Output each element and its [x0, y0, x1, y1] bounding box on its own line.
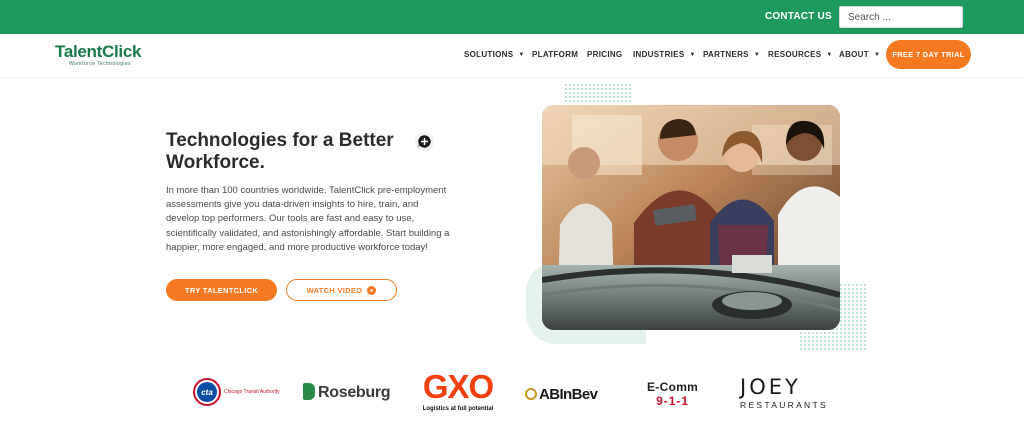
joey-subtitle: RESTAURANTS	[740, 400, 828, 410]
try-talentclick-button[interactable]: TRY TALENTCLICK	[166, 279, 277, 301]
chevron-down-icon: ▼	[826, 52, 833, 58]
logo-name: TalentClick	[55, 42, 142, 61]
chevron-down-icon: ▼	[873, 52, 881, 58]
chevron-down-icon: ▼	[689, 52, 696, 58]
nav-item-partners[interactable]: PARTNERS ▼	[703, 50, 760, 59]
talentclick-logo[interactable]: TalentClick Workforce Technologies	[55, 42, 142, 68]
joey-logo: JOEY RESTAURANTS	[740, 376, 828, 410]
nav-item-label: RESOURCES	[768, 50, 822, 59]
abinbev-mark	[525, 388, 537, 400]
chevron-down-icon: ▼	[518, 52, 525, 58]
search-input[interactable]	[839, 6, 963, 28]
ecomm-number: 9-1-1	[656, 394, 690, 408]
roseburg-mark	[303, 383, 315, 400]
free-trial-button[interactable]: FREE 7 DAY TRIAL	[886, 40, 971, 69]
cta-mark: cta	[197, 382, 217, 402]
client-logos: cta Chicago Transit Authority Roseburg G…	[0, 370, 1024, 420]
chevron-down-icon: ▼	[753, 52, 761, 58]
watch-video-label: WATCH VIDEO	[306, 285, 363, 295]
nav-item-platform[interactable]: PLATFORM	[532, 50, 578, 59]
nav-item-about[interactable]: ABOUT ▼	[839, 50, 880, 59]
nav-item-label: PRICING	[587, 50, 623, 59]
nav-item-industries[interactable]: INDUSTRIES ▼	[633, 50, 696, 59]
chat-bubble-icon	[414, 131, 435, 152]
logo-tagline: Workforce Technologies	[69, 61, 131, 67]
contact-us-link[interactable]: CONTACT US	[765, 11, 832, 22]
abinbev-name: ABInBev	[539, 386, 598, 403]
cta-name: Chicago Transit Authority	[224, 389, 280, 395]
watch-video-button[interactable]: WATCH VIDEO	[286, 279, 397, 301]
gxo-tagline: Logistics at full potential	[422, 406, 494, 412]
nav-item-label: PLATFORM	[532, 50, 579, 59]
roseburg-logo: Roseburg	[303, 383, 391, 402]
main-navigation: TalentClick Workforce Technologies SOLUT…	[0, 34, 1024, 78]
nav-item-solutions[interactable]: SOLUTIONS ▼	[464, 50, 525, 59]
nav-item-resources[interactable]: RESOURCES ▼	[768, 50, 833, 59]
cta-emblem: cta	[193, 378, 221, 406]
gxo-name: GXO	[422, 368, 494, 405]
roseburg-name: Roseburg	[318, 384, 391, 401]
abinbev-logo: ABInBev	[525, 386, 598, 403]
nav-item-label: INDUSTRIES	[633, 50, 685, 59]
team-photo-illustration	[542, 105, 840, 330]
ecomm-logo: E-Comm 9-1-1	[647, 380, 698, 408]
play-icon	[367, 285, 377, 295]
top-bar: CONTACT US	[0, 0, 1024, 34]
gxo-logo: GXO Logistics at full potential	[413, 368, 503, 413]
ecomm-name: E-Comm	[647, 380, 699, 394]
nav-item-pricing[interactable]: PRICING	[587, 50, 622, 59]
nav-item-label: PARTNERS	[703, 50, 749, 59]
nav-item-label: ABOUT	[839, 50, 869, 59]
decorative-dots	[565, 84, 631, 104]
nav-item-label: SOLUTIONS	[464, 50, 514, 59]
joey-name: JOEY	[740, 375, 801, 399]
hero-description: In more than 100 countries worldwide, Ta…	[166, 185, 450, 253]
team-photo	[542, 105, 840, 330]
